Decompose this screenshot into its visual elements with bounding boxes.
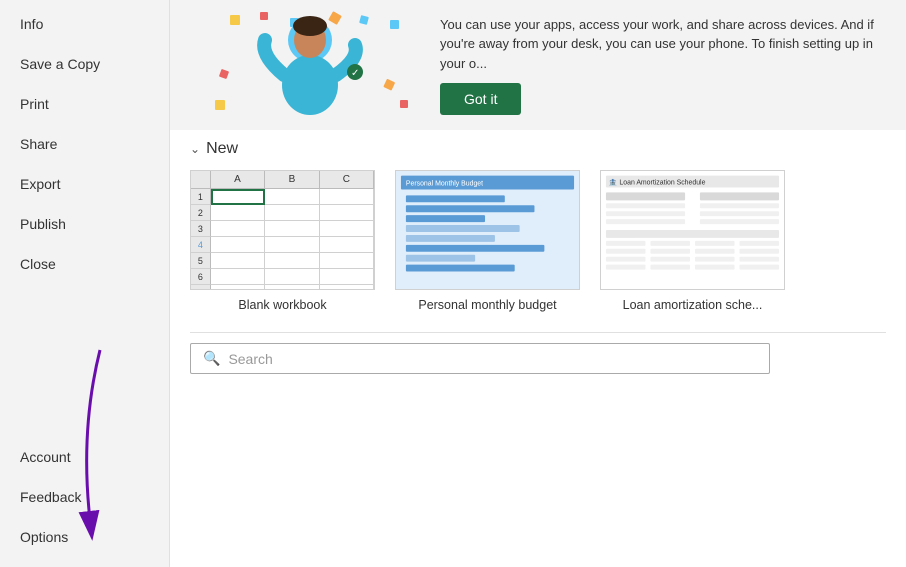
sidebar-item-publish[interactable]: Publish	[0, 204, 169, 244]
new-section-title: New	[206, 140, 238, 158]
banner-text-area: You can use your apps, access your work,…	[420, 15, 876, 116]
sidebar-item-export[interactable]: Export	[0, 164, 169, 204]
sidebar-item-account-label: Account	[20, 449, 71, 465]
svg-text:✓: ✓	[351, 68, 359, 79]
templates-row: A B C 1 2	[190, 170, 886, 322]
sidebar-item-info-label: Info	[20, 16, 43, 32]
sidebar-item-options[interactable]: Options	[0, 517, 169, 557]
sidebar-item-print-label: Print	[20, 96, 49, 112]
top-banner: ✓ You can use your apps, access your wor…	[170, 0, 906, 130]
sidebar-item-share[interactable]: Share	[0, 124, 169, 164]
sidebar-item-account[interactable]: Account	[0, 437, 169, 477]
sidebar: Info Save a Copy Print Share Export Publ…	[0, 0, 170, 567]
sidebar-item-feedback-label: Feedback	[20, 489, 81, 505]
search-placeholder: Search	[228, 351, 272, 367]
blank-workbook-label: Blank workbook	[238, 298, 326, 312]
svg-text:🏦 Loan Amortization Schedule: 🏦 Loan Amortization Schedule	[609, 177, 706, 186]
got-it-button[interactable]: Got it	[440, 83, 521, 115]
banner-text: You can use your apps, access your work,…	[440, 15, 876, 74]
main-content: ✓ You can use your apps, access your wor…	[170, 0, 906, 567]
loan-label: Loan amortization sche...	[623, 298, 763, 312]
sidebar-item-close-label: Close	[20, 256, 56, 272]
sidebar-item-close[interactable]: Close	[0, 244, 169, 284]
new-section-header: ⌄ New	[190, 140, 886, 158]
chevron-down-icon: ⌄	[190, 142, 200, 156]
sidebar-item-info[interactable]: Info	[0, 4, 169, 44]
svg-text:Personal Monthly Budget: Personal Monthly Budget	[406, 180, 483, 187]
sidebar-item-options-label: Options	[20, 529, 68, 545]
sidebar-item-save-copy-label: Save a Copy	[20, 56, 100, 72]
template-card-blank[interactable]: A B C 1 2	[190, 170, 375, 312]
sidebar-item-print[interactable]: Print	[0, 84, 169, 124]
template-card-budget[interactable]: Personal Monthly Budget Personal monthly…	[395, 170, 580, 312]
sidebar-item-publish-label: Publish	[20, 216, 66, 232]
search-bar[interactable]: 🔍 Search	[190, 343, 770, 374]
blank-workbook-thumb: A B C 1 2	[190, 170, 375, 290]
template-card-loan[interactable]: 🏦 Loan Amortization Schedule	[600, 170, 785, 312]
new-section: ⌄ New A B C 1	[170, 130, 906, 567]
banner-illustration: ✓	[200, 10, 420, 120]
divider	[190, 332, 886, 333]
loan-thumb: 🏦 Loan Amortization Schedule	[600, 170, 785, 290]
sidebar-item-share-label: Share	[20, 136, 57, 152]
illustration-svg: ✓	[200, 10, 420, 120]
search-icon: 🔍	[203, 350, 220, 367]
budget-thumb: Personal Monthly Budget	[395, 170, 580, 290]
sidebar-item-feedback[interactable]: Feedback	[0, 477, 169, 517]
sidebar-item-save-copy[interactable]: Save a Copy	[0, 44, 169, 84]
sidebar-item-export-label: Export	[20, 176, 60, 192]
budget-label: Personal monthly budget	[418, 298, 556, 312]
